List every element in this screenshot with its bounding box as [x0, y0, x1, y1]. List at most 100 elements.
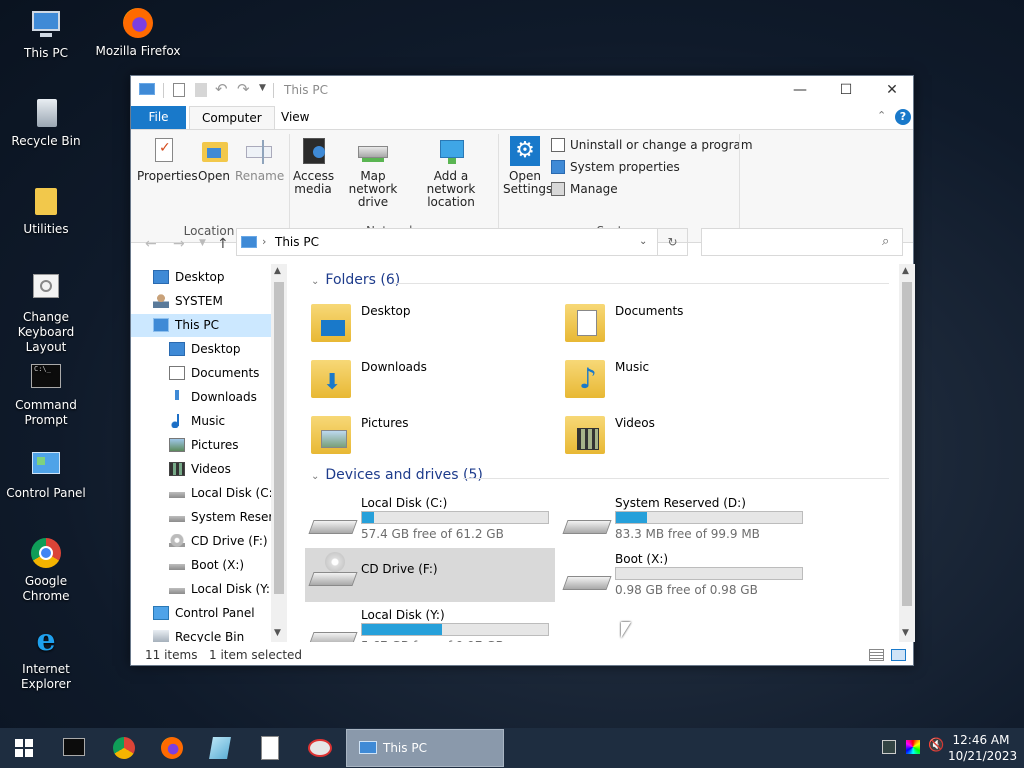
nav-item-documents[interactable]: Documents: [131, 362, 271, 385]
system-properties-button[interactable]: System properties: [551, 158, 680, 176]
drive-item-cd-drive-f[interactable]: CD Drive (F:): [305, 548, 555, 602]
large-icons-view-icon[interactable]: [891, 649, 906, 661]
desktop-icon-change-keyboard-layout[interactable]: Change Keyboard Layout: [0, 272, 92, 355]
nav-item-pictures[interactable]: Pictures: [131, 434, 271, 457]
back-button[interactable]: ←: [145, 236, 157, 252]
nav-item-system-reserved-d[interactable]: System Reserved (D:): [131, 506, 271, 529]
new-folder-qat-icon[interactable]: [195, 83, 207, 97]
content-scrollbar[interactable]: ▲ ▼: [899, 264, 915, 642]
properties-button[interactable]: ✓ Properties: [137, 136, 198, 183]
folder-item-downloads[interactable]: ⬇ Downloads: [311, 356, 561, 406]
folder-item-desktop[interactable]: Desktop: [311, 300, 561, 350]
maximize-button[interactable]: ☐: [823, 76, 869, 105]
scroll-down-icon[interactable]: ▼: [274, 628, 281, 638]
nav-item-system[interactable]: SYSTEM: [131, 290, 271, 313]
add-network-location-button[interactable]: Add a network location: [411, 136, 491, 209]
desktop-icon-this-pc[interactable]: This PC: [0, 8, 92, 61]
manage-button[interactable]: Manage: [551, 180, 618, 198]
taskbar-chrome[interactable]: [100, 728, 148, 768]
address-dropdown-icon[interactable]: ⌄: [639, 236, 647, 247]
address-box[interactable]: › This PC ⌄: [236, 228, 658, 256]
scroll-thumb[interactable]: [274, 282, 284, 594]
collapse-chevron-icon: ⌄: [311, 471, 320, 482]
rename-button[interactable]: Rename: [235, 136, 284, 183]
content-pane[interactable]: ⌄ Folders (6) Desktop Documents ⬇ Downloads ♪ M…: [291, 264, 899, 642]
taskbar-this-pc[interactable]: This PC: [346, 729, 504, 767]
minimize-button[interactable]: —: [777, 76, 823, 105]
navigation-pane[interactable]: Desktop SYSTEM This PC Desktop Documents Down…: [131, 264, 287, 642]
explorer-window[interactable]: ↶ ↷ ▼ This PC — ☐ ✕ File Computer View ⌃…: [130, 75, 915, 666]
taskbar-app-4[interactable]: [196, 728, 244, 768]
taskbar-firefox[interactable]: [148, 728, 196, 768]
tab-view[interactable]: View: [269, 106, 321, 129]
system-clock[interactable]: 12:46 AM 10/21/2023: [948, 732, 1017, 764]
ribbon-collapse-icon[interactable]: ⌃: [877, 109, 886, 122]
desktop-icon-control-panel[interactable]: Control Panel: [0, 448, 92, 501]
properties-qat-icon[interactable]: [173, 83, 185, 97]
volume-muted-icon[interactable]: 🔇: [928, 738, 944, 753]
drive-item-local-disk-y[interactable]: Local Disk (Y:) 5.67 GB free of 9.97 GB: [305, 608, 555, 642]
nav-item-downloads[interactable]: Downloads: [131, 386, 271, 409]
folders-section-header[interactable]: ⌄ Folders (6): [311, 272, 400, 288]
desktop-icon-recycle-bin[interactable]: Recycle Bin: [0, 96, 92, 149]
map-network-drive-button[interactable]: Map network drive: [337, 136, 409, 209]
start-button[interactable]: [0, 728, 48, 768]
nav-item-videos[interactable]: Videos: [131, 458, 271, 481]
undo-icon[interactable]: ↶: [215, 80, 228, 98]
recent-locations-chevron-icon[interactable]: ▼: [199, 238, 206, 248]
drives-section-header[interactable]: ⌄ Devices and drives (5): [311, 467, 483, 483]
drive-item-system-reserved-d[interactable]: System Reserved (D:) 83.3 MB free of 99.9…: [559, 496, 809, 550]
taskbar-app-6[interactable]: [296, 728, 344, 768]
close-button[interactable]: ✕: [869, 76, 915, 105]
address-path[interactable]: This PC: [275, 235, 319, 249]
network-status-icon[interactable]: [882, 740, 896, 754]
desktop-icon-internet-explorer[interactable]: e Internet Explorer: [0, 624, 92, 692]
folder-item-videos[interactable]: Videos: [565, 412, 815, 462]
nav-item-recycle-bin[interactable]: Recycle Bin: [131, 626, 271, 642]
forward-button[interactable]: →: [173, 236, 185, 252]
tab-computer[interactable]: Computer: [189, 106, 275, 129]
navigation-scrollbar[interactable]: ▲ ▼: [271, 264, 287, 642]
taskbar-command-prompt[interactable]: [50, 728, 98, 768]
scroll-up-icon[interactable]: ▲: [902, 266, 909, 276]
desktop-icon-firefox[interactable]: Mozilla Firefox: [92, 6, 184, 59]
nav-item-local-disk-c[interactable]: Local Disk (C:): [131, 482, 271, 505]
nav-item-desktop[interactable]: Desktop: [131, 266, 271, 289]
details-view-icon[interactable]: [869, 649, 884, 661]
drive-label: Local Disk (Y:): [361, 608, 445, 622]
uninstall-program-button[interactable]: Uninstall or change a program: [551, 136, 753, 154]
search-box[interactable]: ⌕: [701, 228, 903, 256]
search-input[interactable]: [708, 233, 874, 251]
desktop-icon-utilities[interactable]: Utilities: [0, 184, 92, 237]
tab-file[interactable]: File: [131, 106, 186, 129]
open-button[interactable]: Open: [193, 136, 235, 183]
drive-item-local-disk-c[interactable]: Local Disk (C:) 57.4 GB free of 61.2 GB: [305, 496, 555, 550]
refresh-button[interactable]: ↻: [658, 228, 688, 256]
title-bar[interactable]: ↶ ↷ ▼ This PC — ☐ ✕: [131, 76, 913, 105]
access-media-button[interactable]: Access media: [293, 136, 335, 196]
desktop-icon-command-prompt[interactable]: C:\_ Command Prompt: [0, 360, 92, 428]
redo-icon[interactable]: ↷: [237, 80, 250, 98]
folder-item-pictures[interactable]: Pictures: [311, 412, 561, 462]
desktop-icon-google-chrome[interactable]: Google Chrome: [0, 536, 92, 604]
nav-item-boot-x[interactable]: Boot (X:): [131, 554, 271, 577]
taskbar-app-5[interactable]: [246, 728, 294, 768]
folder-item-documents[interactable]: Documents: [565, 300, 815, 350]
scroll-up-icon[interactable]: ▲: [274, 266, 281, 276]
nav-item-desktop[interactable]: Desktop: [131, 338, 271, 361]
drive-icon: [169, 558, 185, 572]
nav-item-music[interactable]: Music: [131, 410, 271, 433]
folder-item-music[interactable]: ♪ Music: [565, 356, 815, 406]
scroll-thumb[interactable]: [902, 282, 912, 606]
nav-item-local-disk-y[interactable]: Local Disk (Y:): [131, 578, 271, 601]
nav-item-this-pc[interactable]: This PC: [131, 314, 271, 337]
display-color-icon[interactable]: [906, 740, 920, 754]
up-button[interactable]: ↑: [217, 236, 229, 252]
nav-item-cd-drive-f[interactable]: CD Drive (F:): [131, 530, 271, 553]
drive-item-boot-x[interactable]: Boot (X:) 0.98 GB free of 0.98 GB: [559, 552, 809, 606]
qat-dropdown-icon[interactable]: ▼: [259, 83, 266, 93]
scroll-down-icon[interactable]: ▼: [902, 628, 909, 638]
help-icon[interactable]: ?: [895, 109, 911, 125]
open-settings-button[interactable]: ⚙ Open Settings: [503, 136, 552, 196]
nav-item-control-panel[interactable]: Control Panel: [131, 602, 271, 625]
